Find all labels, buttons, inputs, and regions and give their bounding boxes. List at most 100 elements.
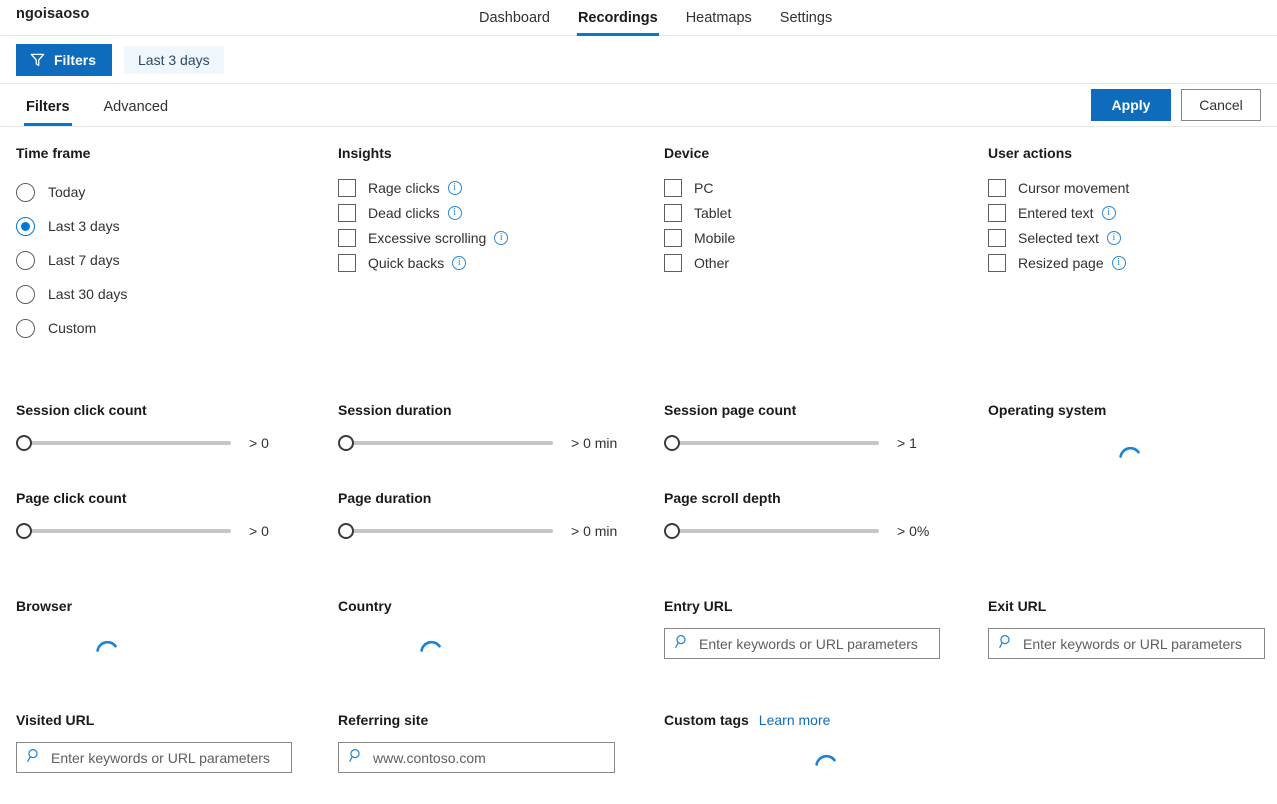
info-icon-entered-text[interactable]: i bbox=[1102, 206, 1116, 220]
slider-row-session-duration: > 0 min bbox=[338, 432, 664, 454]
radio-option-last-7-days[interactable]: Last 7 days bbox=[16, 243, 338, 277]
checkbox-excessive-scrolling-box bbox=[338, 229, 356, 247]
checkbox-cursor-movement[interactable]: Cursor movement bbox=[988, 175, 1277, 200]
section-entry-url: Entry URL bbox=[664, 598, 988, 660]
entry-url-search[interactable] bbox=[664, 628, 940, 659]
tab-filters[interactable]: Filters bbox=[24, 99, 72, 126]
exit-url-search[interactable] bbox=[988, 628, 1265, 659]
referring-site-search[interactable] bbox=[338, 742, 615, 773]
section-title-session-duration: Session duration bbox=[338, 402, 664, 418]
radio-last-7-days-label: Last 7 days bbox=[48, 252, 120, 268]
nav-tab-heatmaps[interactable]: Heatmaps bbox=[672, 0, 766, 36]
checkbox-selected-text-label: Selected text bbox=[1018, 230, 1099, 246]
slider-page-scroll-depth[interactable] bbox=[664, 522, 879, 540]
filter-row-4: Browser Country bbox=[0, 542, 1277, 660]
slider-page-click-count[interactable] bbox=[16, 522, 231, 540]
info-icon-excessive-scrolling[interactable]: i bbox=[494, 231, 508, 245]
checkbox-quick-backs-label: Quick backs bbox=[368, 255, 444, 271]
slider-thumb[interactable] bbox=[338, 523, 354, 539]
active-filter-chip-timeframe[interactable]: Last 3 days bbox=[124, 46, 224, 74]
section-device: Device PC Tablet Mobile Other bbox=[664, 145, 988, 345]
slider-thumb[interactable] bbox=[16, 523, 32, 539]
filters-button[interactable]: Filters bbox=[16, 44, 112, 76]
section-title-referring-site: Referring site bbox=[338, 712, 664, 728]
checkbox-device-mobile-label: Mobile bbox=[694, 230, 735, 246]
recordings-filters-page: ngoisaoso Dashboard Recordings Heatmaps … bbox=[0, 0, 1277, 804]
checkbox-device-mobile-box bbox=[664, 229, 682, 247]
checkbox-selected-text[interactable]: Selected text i bbox=[988, 225, 1277, 250]
section-title-country: Country bbox=[338, 598, 664, 614]
brand-title: ngoisaoso bbox=[16, 6, 89, 22]
checkbox-rage-clicks-box bbox=[338, 179, 356, 197]
slider-track bbox=[22, 441, 231, 445]
slider-track bbox=[670, 441, 879, 445]
radio-option-last-30-days[interactable]: Last 30 days bbox=[16, 277, 338, 311]
custom-tags-label: Custom tags bbox=[664, 712, 749, 728]
info-icon-dead-clicks[interactable]: i bbox=[448, 206, 462, 220]
checkbox-quick-backs[interactable]: Quick backs i bbox=[338, 250, 664, 275]
checkbox-excessive-scrolling[interactable]: Excessive scrolling i bbox=[338, 225, 664, 250]
section-session-duration: Session duration > 0 min bbox=[338, 402, 664, 466]
slider-thumb[interactable] bbox=[664, 523, 680, 539]
checkbox-device-mobile[interactable]: Mobile bbox=[664, 225, 988, 250]
operating-system-loading bbox=[988, 432, 1277, 466]
section-title-operating-system: Operating system bbox=[988, 402, 1277, 418]
slider-value-session-page-count: > 1 bbox=[897, 435, 917, 451]
nav-tab-dashboard[interactable]: Dashboard bbox=[465, 0, 564, 36]
checkbox-entered-text-label: Entered text bbox=[1018, 205, 1094, 221]
filter-panel-body: Time frame Today Last 3 days Last 7 days… bbox=[0, 127, 1277, 774]
slider-session-page-count[interactable] bbox=[664, 434, 879, 452]
slider-session-duration[interactable] bbox=[338, 434, 553, 452]
section-user-actions: User actions Cursor movement Entered tex… bbox=[988, 145, 1277, 345]
radio-option-custom[interactable]: Custom bbox=[16, 311, 338, 345]
checkbox-cursor-movement-label: Cursor movement bbox=[1018, 180, 1129, 196]
radio-last-7-days-icon bbox=[16, 251, 35, 270]
filter-panel-tabs-row: Filters Advanced Apply Cancel bbox=[0, 84, 1277, 127]
checkbox-resized-page[interactable]: Resized page i bbox=[988, 250, 1277, 275]
slider-session-click-count[interactable] bbox=[16, 434, 231, 452]
checkbox-dead-clicks[interactable]: Dead clicks i bbox=[338, 200, 664, 225]
apply-button[interactable]: Apply bbox=[1091, 89, 1171, 121]
checkbox-entered-text[interactable]: Entered text i bbox=[988, 200, 1277, 225]
checkbox-device-pc[interactable]: PC bbox=[664, 175, 988, 200]
slider-thumb[interactable] bbox=[338, 435, 354, 451]
info-icon-rage-clicks[interactable]: i bbox=[448, 181, 462, 195]
checkbox-device-other-box bbox=[664, 254, 682, 272]
checkbox-device-pc-label: PC bbox=[694, 180, 713, 196]
checkbox-device-tablet[interactable]: Tablet bbox=[664, 200, 988, 225]
slider-thumb[interactable] bbox=[16, 435, 32, 451]
search-icon bbox=[675, 634, 699, 654]
checkbox-cursor-movement-box bbox=[988, 179, 1006, 197]
radio-option-last-3-days[interactable]: Last 3 days bbox=[16, 209, 338, 243]
slider-page-duration[interactable] bbox=[338, 522, 553, 540]
tab-advanced[interactable]: Advanced bbox=[102, 99, 171, 126]
cancel-button[interactable]: Cancel bbox=[1181, 89, 1261, 121]
section-session-page-count: Session page count > 1 bbox=[664, 402, 988, 466]
exit-url-input[interactable] bbox=[1023, 636, 1264, 652]
custom-tags-learn-more-link[interactable]: Learn more bbox=[759, 712, 831, 728]
section-time-frame: Time frame Today Last 3 days Last 7 days… bbox=[16, 145, 338, 345]
checkbox-device-other[interactable]: Other bbox=[664, 250, 988, 275]
info-icon-selected-text[interactable]: i bbox=[1107, 231, 1121, 245]
checkbox-resized-page-box bbox=[988, 254, 1006, 272]
slider-track bbox=[344, 529, 553, 533]
referring-site-input[interactable] bbox=[373, 750, 614, 766]
checkbox-device-tablet-box bbox=[664, 204, 682, 222]
checkbox-rage-clicks[interactable]: Rage clicks i bbox=[338, 175, 664, 200]
radio-today-label: Today bbox=[48, 184, 85, 200]
slider-thumb[interactable] bbox=[664, 435, 680, 451]
radio-last-30-days-label: Last 30 days bbox=[48, 286, 127, 302]
radio-option-today[interactable]: Today bbox=[16, 175, 338, 209]
info-icon-quick-backs[interactable]: i bbox=[452, 256, 466, 270]
section-title-exit-url: Exit URL bbox=[988, 598, 1277, 614]
browser-loading bbox=[16, 628, 338, 660]
checkbox-rage-clicks-label: Rage clicks bbox=[368, 180, 440, 196]
visited-url-input[interactable] bbox=[51, 750, 291, 766]
info-icon-resized-page[interactable]: i bbox=[1112, 256, 1126, 270]
entry-url-input[interactable] bbox=[699, 636, 939, 652]
nav-tab-settings[interactable]: Settings bbox=[766, 0, 846, 36]
visited-url-search[interactable] bbox=[16, 742, 292, 773]
nav-tab-recordings[interactable]: Recordings bbox=[564, 0, 672, 36]
checkbox-selected-text-box bbox=[988, 229, 1006, 247]
panel-actions: Apply Cancel bbox=[1091, 89, 1261, 121]
